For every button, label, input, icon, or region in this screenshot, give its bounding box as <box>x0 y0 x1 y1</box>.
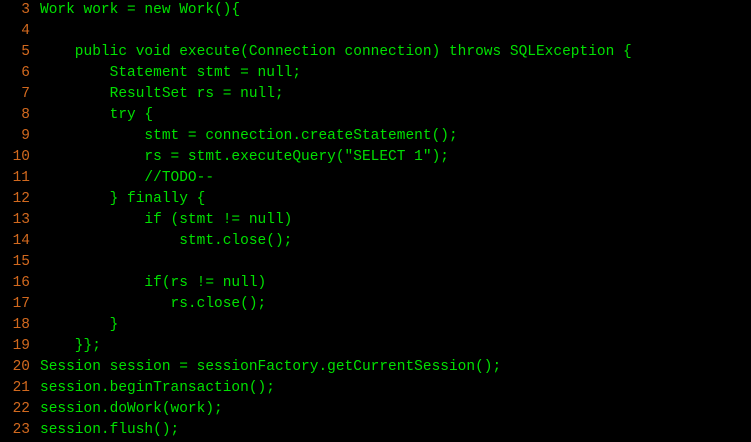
code-text[interactable]: Work work = new Work(){ <box>40 0 240 21</box>
code-line[interactable]: 18 } <box>0 315 751 336</box>
code-text[interactable]: stmt = connection.createStatement(); <box>40 126 457 147</box>
code-text[interactable]: if(rs != null) <box>40 273 266 294</box>
code-text[interactable]: stmt.close(); <box>40 231 292 252</box>
code-text[interactable]: } <box>40 315 119 336</box>
line-number: 19 <box>12 338 30 354</box>
line-number: 18 <box>12 317 30 333</box>
line-number: 8 <box>21 107 30 123</box>
code-line[interactable]: 3 Work work = new Work(){ <box>0 0 751 21</box>
code-text[interactable]: session.doWork(work); <box>40 399 223 420</box>
line-number: 5 <box>21 44 30 60</box>
line-number: 9 <box>21 128 30 144</box>
code-text[interactable]: } finally { <box>40 189 206 210</box>
code-text[interactable]: if (stmt != null) <box>40 210 292 231</box>
code-line[interactable]: 9 stmt = connection.createStatement(); <box>0 126 751 147</box>
code-text[interactable]: rs = stmt.executeQuery("SELECT 1"); <box>40 147 449 168</box>
code-editor[interactable]: 3 Work work = new Work(){ 4 5 public voi… <box>0 0 751 442</box>
code-text[interactable]: session.beginTransaction(); <box>40 378 275 399</box>
code-line[interactable]: 15 <box>0 252 751 273</box>
line-number: 21 <box>12 380 30 396</box>
code-line[interactable]: 20 Session session = sessionFactory.getC… <box>0 357 751 378</box>
line-number: 20 <box>12 359 30 375</box>
line-number: 7 <box>21 86 30 102</box>
code-text[interactable]: rs.close(); <box>40 294 267 315</box>
code-text[interactable]: Statement stmt = null; <box>40 63 301 84</box>
code-line[interactable]: 17 rs.close(); <box>0 294 751 315</box>
code-text[interactable]: ResultSet rs = null; <box>40 84 284 105</box>
code-line[interactable]: 7 ResultSet rs = null; <box>0 84 751 105</box>
code-line[interactable]: 10 rs = stmt.executeQuery("SELECT 1"); <box>0 147 751 168</box>
line-number: 23 <box>12 422 30 438</box>
code-text[interactable]: session.flush(); <box>40 420 179 441</box>
line-number: 6 <box>21 65 30 81</box>
code-line[interactable]: 12 } finally { <box>0 189 751 210</box>
code-line[interactable]: 16 if(rs != null) <box>0 273 751 294</box>
code-text[interactable]: Session session = sessionFactory.getCurr… <box>40 357 501 378</box>
line-number: 16 <box>12 275 30 291</box>
code-text[interactable]: //TODO-- <box>40 168 214 189</box>
code-line[interactable]: 5 public void execute(Connection connect… <box>0 42 751 63</box>
code-text[interactable]: public void execute(Connection connectio… <box>40 42 632 63</box>
code-line[interactable]: 4 <box>0 21 751 42</box>
line-number: 12 <box>12 191 30 207</box>
code-line[interactable]: 19 }}; <box>0 336 751 357</box>
code-line[interactable]: 23 session.flush(); <box>0 420 751 441</box>
line-number: 11 <box>12 170 30 186</box>
line-number: 3 <box>21 2 30 18</box>
code-line[interactable]: 21 session.beginTransaction(); <box>0 378 751 399</box>
line-number: 4 <box>21 23 30 39</box>
line-number: 13 <box>12 212 30 228</box>
line-number: 14 <box>12 233 30 249</box>
code-line[interactable]: 11 //TODO-- <box>0 168 751 189</box>
line-number: 22 <box>12 401 30 417</box>
code-line[interactable]: 6 Statement stmt = null; <box>0 63 751 84</box>
code-text[interactable]: try { <box>40 105 154 126</box>
line-number: 15 <box>12 254 30 270</box>
line-number: 10 <box>12 149 30 165</box>
code-line[interactable]: 13 if (stmt != null) <box>0 210 751 231</box>
code-line[interactable]: 14 stmt.close(); <box>0 231 751 252</box>
code-line[interactable]: 22 session.doWork(work); <box>0 399 751 420</box>
code-line[interactable]: 8 try { <box>0 105 751 126</box>
line-number: 17 <box>12 296 30 312</box>
code-text[interactable]: }}; <box>40 336 101 357</box>
